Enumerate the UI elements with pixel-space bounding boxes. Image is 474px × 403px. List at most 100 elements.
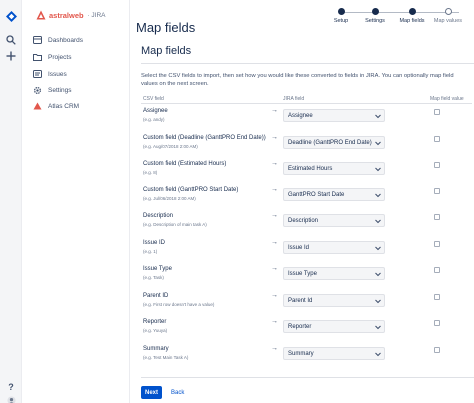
mapping-row: Custom field (Estimated Hours) (e.g. 8) → E… <box>141 160 473 186</box>
step-map-values: Map values <box>430 8 466 24</box>
help-icon[interactable]: ? <box>5 381 17 393</box>
step-settings: Settings <box>357 8 393 24</box>
sidebar-item-dashboards[interactable]: Dashboards <box>32 33 128 47</box>
map-field-value-checkbox[interactable] <box>434 136 440 142</box>
chevron-down-icon <box>375 298 381 306</box>
step-label: Setup <box>333 18 349 24</box>
jira-field-value: Assignee <box>288 112 313 119</box>
column-header-map-value: Map field value <box>430 96 464 102</box>
jira-field-select[interactable]: Issue Type <box>283 267 385 280</box>
step-map-fields: Map fields <box>394 8 430 24</box>
csv-field-example: (e.g. Aug/07/2018 2:00 AM) <box>143 144 198 149</box>
sidebar-item-atlas-crm[interactable]: Atlas CRM <box>32 99 128 113</box>
map-field-value-checkbox[interactable] <box>434 347 440 353</box>
jira-field-value: Issue Type <box>288 270 317 277</box>
arrow-icon: → <box>271 212 278 219</box>
csv-field-example: (e.g. Task) <box>143 275 164 280</box>
wizard-steps: Setup Settings Map fields Map values <box>331 4 471 34</box>
csv-field-example: (e.g. Description of main task A) <box>143 222 207 227</box>
jira-field-select[interactable]: Deadline (GanttPRO End Date) <box>283 136 385 149</box>
search-icon[interactable] <box>5 34 17 46</box>
dashboard-icon <box>32 36 42 45</box>
mapping-row: Issue Type (e.g. Task) → Issue Type <box>141 265 473 291</box>
jira-field-select[interactable]: Description <box>283 214 385 227</box>
csv-field-name: Custom field (GanttPRO Start Date) <box>143 187 239 193</box>
csv-field-name: Custom field (Estimated Hours) <box>143 161 227 167</box>
map-field-value-checkbox[interactable] <box>434 294 440 300</box>
chevron-down-icon <box>375 351 381 359</box>
brand-product-label: JIRA <box>91 11 106 19</box>
chevron-down-icon <box>375 271 381 279</box>
mapping-row: Description (e.g. Description of main tas… <box>141 212 473 238</box>
crm-icon <box>32 102 42 111</box>
sidebar-item-label: Atlas CRM <box>48 102 80 110</box>
brand[interactable]: astralweb · JIRA <box>36 10 105 20</box>
astralweb-logo-icon <box>36 10 46 20</box>
intro-text: Select the CSV fields to import, then se… <box>141 73 454 87</box>
chevron-down-icon <box>375 218 381 226</box>
chevron-down-icon <box>375 245 381 253</box>
csv-field-example: (e.g. andy) <box>143 117 165 122</box>
csv-field-example: (e.g. 1) <box>143 249 158 254</box>
jira-field-select[interactable]: Assignee <box>283 109 385 122</box>
arrow-icon: → <box>271 265 278 272</box>
step-label: Map values <box>433 18 463 24</box>
sidebar-item-projects[interactable]: Projects <box>32 50 128 64</box>
main-content: Map fields Setup Settings Map fields Map… <box>131 0 474 403</box>
map-field-value-checkbox[interactable] <box>434 320 440 326</box>
csv-field-name: Summary <box>143 346 169 352</box>
arrow-icon: → <box>271 292 278 299</box>
jira-field-select[interactable]: Reporter <box>283 320 385 333</box>
avatar[interactable] <box>5 394 17 403</box>
sidebar-item-settings[interactable]: Settings <box>32 83 128 97</box>
column-header-jira: JIRA field <box>283 96 305 102</box>
back-link[interactable]: Back <box>171 386 184 399</box>
gear-icon <box>32 86 42 95</box>
jira-field-value: Issue Id <box>288 244 310 251</box>
csv-field-example: (e.g. 8) <box>143 170 158 175</box>
jira-field-select[interactable]: GanttPRO Start Date <box>283 188 385 201</box>
sidebar-item-label: Dashboards <box>48 36 84 44</box>
mapping-row: Reporter (e.g. Yuuya) → Reporter <box>141 318 473 344</box>
map-field-value-checkbox[interactable] <box>434 214 440 220</box>
step-label: Map fields <box>399 18 425 24</box>
csv-field-name: Reporter <box>143 319 167 325</box>
jira-field-value: Reporter <box>288 323 312 330</box>
brand-product: · JIRA <box>85 11 106 19</box>
sidebar-item-issues[interactable]: Issues <box>32 67 128 81</box>
jira-field-value: Description <box>288 217 319 224</box>
arrow-icon: → <box>271 186 278 193</box>
csv-field-name: Assignee <box>143 108 168 114</box>
map-field-value-checkbox[interactable] <box>434 162 440 168</box>
csv-field-example: (e.g. Jul/06/2018 2:00 AM) <box>143 196 196 201</box>
map-field-value-checkbox[interactable] <box>434 241 440 247</box>
arrow-icon: → <box>271 107 278 114</box>
jira-field-select[interactable]: Summary <box>283 347 385 360</box>
map-field-value-checkbox[interactable] <box>434 188 440 194</box>
create-icon[interactable] <box>5 50 17 62</box>
mapping-row: Issue ID (e.g. 1) → Issue Id <box>141 239 473 265</box>
jira-field-select[interactable]: Parent Id <box>283 294 385 307</box>
jira-field-value: Estimated Hours <box>288 165 333 172</box>
mapping-row: Parent ID (e.g. First row doesn't have a … <box>141 292 473 318</box>
jira-logo-icon[interactable] <box>5 10 17 22</box>
next-button[interactable]: Next <box>141 386 162 399</box>
mapping-row: Summary (e.g. Test Main Task A) → Summary <box>141 345 473 371</box>
jira-field-value: Parent Id <box>288 297 313 304</box>
jira-field-select[interactable]: Estimated Hours <box>283 162 385 175</box>
page-title: Map fields <box>141 45 192 57</box>
jira-field-value: Summary <box>288 350 314 357</box>
brand-name: astralweb <box>49 10 84 20</box>
csv-field-name: Issue ID <box>143 240 166 246</box>
chevron-down-icon <box>375 166 381 174</box>
csv-field-example: (e.g. Yuuya) <box>143 328 168 333</box>
arrow-icon: → <box>271 160 278 167</box>
map-field-value-checkbox[interactable] <box>434 109 440 115</box>
jira-field-select[interactable]: Issue Id <box>283 241 385 254</box>
header-title: Map fields <box>136 20 196 35</box>
issues-icon <box>32 70 42 79</box>
csv-field-example: (e.g. First row doesn't have a value) <box>143 302 215 307</box>
map-field-value-checkbox[interactable] <box>434 267 440 273</box>
csv-field-name: Description <box>143 213 174 219</box>
global-rail: ? <box>0 0 22 403</box>
